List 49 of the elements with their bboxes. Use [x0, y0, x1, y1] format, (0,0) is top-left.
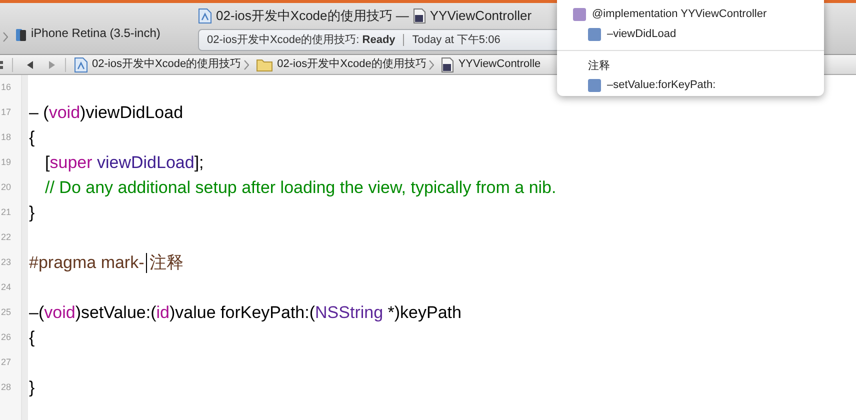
- code-line: {: [29, 326, 35, 349]
- line-number: 24: [0, 280, 12, 294]
- path-crumb[interactable]: YYViewControlle: [458, 56, 541, 73]
- line-number: 21: [0, 206, 12, 219]
- window-title-file: YYViewController: [430, 7, 532, 26]
- chevron-icon: [429, 60, 434, 70]
- menu-item[interactable]: –setValue:forKeyPath:: [557, 75, 824, 95]
- code-line: // Do any additional setup after loading the view, typically from a nib.: [44, 176, 556, 199]
- code-line: –(void)setValue:(id)value forKeyPath:(NSString *)keyPath: [29, 302, 462, 324]
- line-number: 22: [0, 230, 12, 244]
- source-file-icon: [412, 8, 426, 24]
- folder-icon: [256, 58, 274, 72]
- build-status: 02-ios开发中Xcode的使用技巧: Ready: [207, 32, 396, 48]
- line-number: 26: [0, 330, 12, 344]
- class-icon: [573, 8, 586, 20]
- build-time: Today at 下午5:06: [412, 32, 500, 48]
- method-icon: [588, 78, 601, 92]
- device-icon: [15, 28, 27, 42]
- grid-icon[interactable]: [0, 60, 4, 70]
- line-number: 27: [0, 356, 12, 369]
- line-number: 20: [0, 180, 12, 194]
- line-number: 25: [0, 306, 12, 319]
- code-line: #pragma mark- 注释: [29, 252, 184, 274]
- code-line: – (void)viewDidLoad: [29, 102, 184, 124]
- section-header: 注释: [588, 58, 610, 74]
- menu-item[interactable]: –viewDidLoad: [557, 24, 824, 44]
- project-icon: [198, 8, 212, 24]
- back-arrow-icon[interactable]: [25, 60, 35, 70]
- line-number: 19: [0, 156, 12, 169]
- code-line: [super viewDidLoad];: [44, 152, 204, 174]
- source-file-icon: [441, 56, 454, 72]
- path-crumb[interactable]: 02-ios开发中Xcode的使用技巧: [277, 56, 426, 73]
- line-number: 17: [0, 106, 12, 119]
- path-crumb[interactable]: 02-ios开发中Xcode的使用技巧: [92, 56, 242, 73]
- chevron-icon: [244, 60, 250, 70]
- code-line: }: [29, 202, 35, 224]
- device-label[interactable]: iPhone Retina (3.5-inch): [31, 24, 160, 42]
- text-cursor: [146, 252, 148, 272]
- window-title: 02-ios开发中Xcode的使用技巧 —: [216, 7, 409, 26]
- code-line: {: [29, 126, 35, 149]
- project-icon: [74, 56, 88, 72]
- chevron-icon: [3, 32, 8, 42]
- line-number: 16: [0, 80, 12, 94]
- menu-item[interactable]: @implementation YYViewController: [557, 4, 824, 24]
- line-number: 28: [0, 380, 12, 394]
- method-icon: [588, 28, 601, 40]
- line-number: 23: [0, 256, 12, 269]
- line-number: 18: [0, 130, 12, 144]
- code-line: }: [29, 376, 35, 399]
